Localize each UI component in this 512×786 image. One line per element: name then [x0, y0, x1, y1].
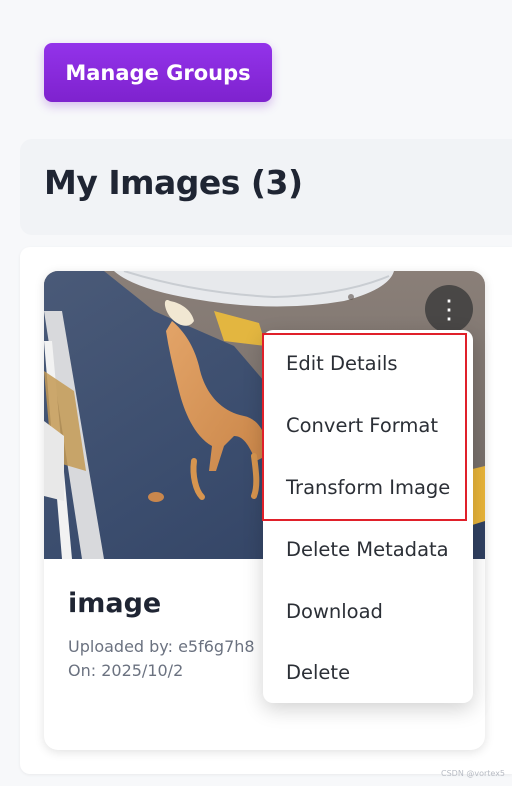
menu-item-delete[interactable]: Delete — [263, 641, 473, 703]
section-header: My Images (3) — [20, 139, 512, 235]
manage-groups-button[interactable]: Manage Groups — [44, 43, 272, 102]
menu-item-download[interactable]: Download — [263, 580, 473, 642]
menu-item-convert-format[interactable]: Convert Format — [263, 394, 473, 456]
page-title: My Images (3) — [44, 163, 303, 202]
menu-item-delete-metadata[interactable]: Delete Metadata — [263, 518, 473, 580]
more-vertical-icon: ⋮ — [436, 294, 462, 324]
menu-item-edit-details[interactable]: Edit Details — [263, 332, 473, 394]
watermark: CSDN @vortex5 — [441, 769, 506, 778]
image-actions-menu: Edit Details Convert Format Transform Im… — [263, 330, 473, 703]
more-options-button[interactable]: ⋮ — [425, 285, 473, 333]
menu-item-transform-image[interactable]: Transform Image — [263, 456, 473, 518]
